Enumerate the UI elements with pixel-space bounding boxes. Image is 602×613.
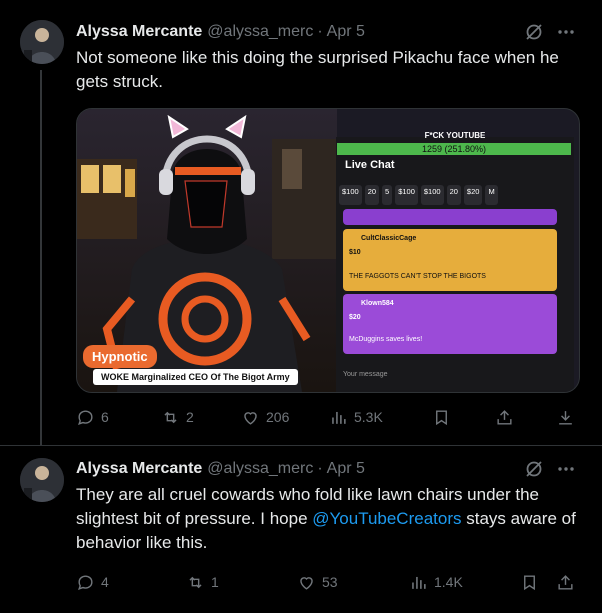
grok-icon[interactable] <box>524 459 544 479</box>
avatar[interactable] <box>20 458 64 502</box>
views-icon <box>412 576 426 589</box>
overlay-caption: WOKE Marginalized CEO Of The Bigot Army <box>93 369 298 385</box>
emote-chip: 5 <box>382 185 393 205</box>
tweet-header: Alyssa Mercante @alyssa_merc · Apr 5 <box>76 22 365 42</box>
repost-icon <box>189 576 202 588</box>
emote-chip: 20 <box>446 185 461 205</box>
like-button[interactable]: 206 <box>241 405 289 429</box>
donation-card: Klown584 $20 McDuggins saves lives! <box>343 294 557 354</box>
emote-chip: 20 <box>364 185 380 205</box>
mention-link[interactable]: @YouTubeCreators <box>312 509 461 528</box>
views-button[interactable]: 5.3K <box>329 405 383 429</box>
chat-input: Your message <box>343 371 388 378</box>
thread-line <box>40 70 42 445</box>
like-count: 206 <box>266 409 290 425</box>
reply-icon <box>78 409 93 425</box>
author-name[interactable]: Alyssa Mercante <box>76 23 202 41</box>
like-icon <box>244 411 257 425</box>
reply-count: 4 <box>101 574 109 590</box>
author-handle[interactable]: @alyssa_merc <box>207 23 313 41</box>
donation-amount: $20 <box>349 314 361 321</box>
author-name[interactable]: Alyssa Mercante <box>76 460 202 478</box>
separator: · <box>317 23 323 40</box>
views-icon <box>332 411 346 424</box>
reply-button[interactable]: 6 <box>76 405 109 429</box>
share-icon <box>558 574 573 590</box>
reply-count: 6 <box>101 409 109 425</box>
like-icon <box>300 576 313 590</box>
views-count: 1.4K <box>434 574 463 590</box>
views-count: 5.3K <box>354 409 383 425</box>
repost-icon <box>164 411 177 423</box>
bookmark-button[interactable] <box>432 405 457 429</box>
donation-card: CultClassicCage $10 THE FAGGOTS CAN'T ST… <box>343 229 557 291</box>
donation-card <box>343 209 557 225</box>
tweet-media-image[interactable]: F*CK YOUTUBE 1259 (251.80%) Live Chat $1… <box>76 108 580 393</box>
goal-progress-bar: 1259 (251.80%) <box>337 143 571 155</box>
bookmark-icon <box>436 409 447 425</box>
bookmark-icon <box>524 574 535 590</box>
donation-user: Klown584 <box>361 300 394 307</box>
tweet-text: They are all cruel cowards who fold like… <box>76 483 586 555</box>
reply-button[interactable]: 4 <box>76 570 109 594</box>
emote-chip: $100 <box>339 185 362 205</box>
donation-message: THE FAGGOTS CAN'T STOP THE BIGOTS <box>349 273 486 280</box>
like-button[interactable]: 53 <box>297 570 338 594</box>
emote-chip: M <box>485 185 498 205</box>
emote-chip: $20 <box>463 185 483 205</box>
donation-amount: $10 <box>349 249 361 256</box>
stream-title: F*CK YOUTUBE <box>424 131 486 140</box>
share-icon <box>497 409 512 425</box>
tweet-text: Not someone like this doing the surprise… <box>76 48 559 91</box>
separator: · <box>317 460 323 477</box>
grok-icon[interactable] <box>524 22 544 42</box>
donation-message: McDuggins saves lives! <box>349 336 423 343</box>
repost-count: 2 <box>186 409 194 425</box>
avatar[interactable] <box>20 20 64 64</box>
download-button[interactable] <box>556 405 581 429</box>
repost-button[interactable]: 1 <box>186 570 219 594</box>
bookmark-button[interactable] <box>520 570 545 594</box>
tweet-header: Alyssa Mercante @alyssa_merc · Apr 5 <box>76 459 365 479</box>
reply-icon <box>78 574 93 590</box>
emote-row: $100 20 5 $100 $100 20 $20 M <box>339 185 569 205</box>
like-count: 53 <box>322 574 338 590</box>
action-bar: 4 1 53 1.4K <box>76 570 578 594</box>
timestamp[interactable]: Apr 5 <box>327 23 365 41</box>
download-icon <box>559 410 572 425</box>
overlay-label: Hypnotic <box>83 345 157 368</box>
timestamp[interactable]: Apr 5 <box>327 460 365 478</box>
emote-chip: $100 <box>395 185 418 205</box>
tweet[interactable]: Alyssa Mercante @alyssa_merc · Apr 5 Not… <box>0 0 602 446</box>
repost-button[interactable]: 2 <box>161 405 194 429</box>
share-button[interactable] <box>495 405 520 429</box>
author-handle[interactable]: @alyssa_merc <box>207 460 313 478</box>
donation-user: CultClassicCage <box>361 235 417 242</box>
share-button[interactable] <box>556 570 581 594</box>
more-icon[interactable] <box>556 459 576 479</box>
repost-count: 1 <box>211 574 219 590</box>
emote-chip: $100 <box>420 185 444 205</box>
more-icon[interactable] <box>556 22 576 42</box>
tweet[interactable]: Alyssa Mercante @alyssa_merc · Apr 5 The… <box>0 446 602 613</box>
chat-header: Live Chat <box>345 159 395 171</box>
views-button[interactable]: 1.4K <box>409 570 463 594</box>
action-bar: 6 2 206 5.3K <box>76 405 578 429</box>
